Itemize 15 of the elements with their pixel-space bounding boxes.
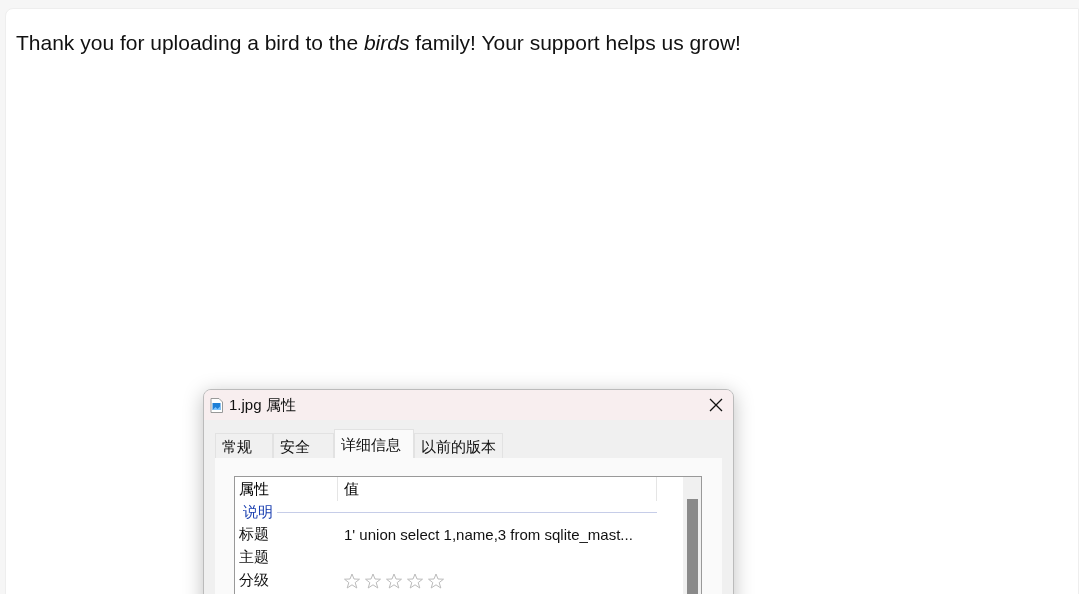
image-file-icon: [210, 397, 223, 413]
tab[interactable]: 安全: [273, 433, 334, 458]
property-name: 主题: [238, 548, 270, 567]
property-value: 1' union select 1,name,3 from sqlite_mast...: [343, 526, 633, 543]
thank-you-message: Thank you for uploading a bird to the birds family! Your support helps us grow!: [16, 30, 742, 56]
property-name: 分级: [238, 571, 270, 590]
property-name: 标题: [238, 525, 270, 544]
dialog-title: 1.jpg 属性: [229, 395, 297, 415]
close-button[interactable]: [707, 396, 725, 414]
column-header[interactable]: 属性: [235, 479, 337, 499]
tab[interactable]: 常规: [215, 433, 273, 458]
column-header[interactable]: 值: [337, 477, 657, 501]
tab[interactable]: 详细信息: [334, 429, 414, 458]
group-label: 说明: [243, 502, 273, 522]
tab[interactable]: 以前的版本: [414, 433, 503, 458]
